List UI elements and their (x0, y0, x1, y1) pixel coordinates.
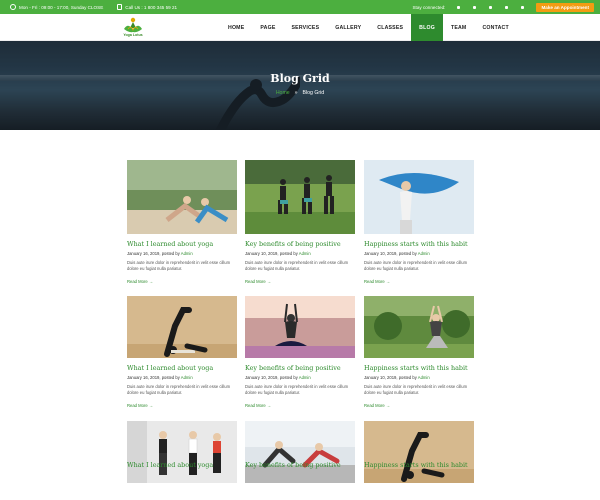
nav-item-classes[interactable]: CLASSES (369, 14, 411, 41)
nav-item-page[interactable]: PAGE (252, 14, 283, 41)
post-image (127, 296, 237, 358)
post-date: January 10, 2019, posted by (364, 375, 418, 380)
nav-item-services[interactable]: SERVICES (284, 14, 328, 41)
post-meta: January 10, 2019, posted by Admin (364, 375, 479, 380)
post-image (245, 296, 355, 358)
post-thumbnail[interactable] (364, 160, 474, 234)
stay-connected-label: Stay connected: (412, 4, 446, 10)
post-image (245, 160, 355, 234)
read-more-link[interactable]: Read More → (127, 403, 153, 408)
post-image (127, 160, 237, 234)
post-image (245, 421, 355, 483)
page-hero (0, 41, 600, 130)
nav-item-team[interactable]: TEAM (443, 14, 475, 41)
post-thumbnail[interactable] (127, 421, 237, 483)
read-more-link[interactable]: Read More → (364, 403, 390, 408)
post-title[interactable]: Key benefits of being positive (245, 461, 360, 469)
read-more-link[interactable]: Read More → (245, 403, 271, 408)
logo-text: Yoga Lotus (123, 33, 143, 37)
nav-item-blog[interactable]: BLOG (411, 14, 443, 41)
post-thumbnail[interactable] (364, 421, 474, 483)
post-title[interactable]: What I learned about yoga (127, 364, 242, 372)
post-title[interactable]: Key benefits of being positive (245, 240, 360, 248)
post-date: January 10, 2019, posted by (364, 251, 418, 256)
instagram-icon[interactable] (488, 5, 493, 10)
post-meta: January 10, 2019, posted by Admin (364, 251, 479, 256)
phone-text[interactable]: Call Us : 1 800 345 59 21 (125, 5, 177, 10)
post-excerpt: Duis aute irure dolor in reprehenderit i… (127, 260, 231, 271)
read-more-link[interactable]: Read More → (127, 279, 153, 284)
post-thumbnail[interactable] (364, 296, 474, 370)
breadcrumb-home[interactable]: Home (276, 90, 290, 96)
breadcrumb-separator: » (294, 90, 298, 96)
hours-text: Mon - Fri : 09:00 - 17:00, Sunday CLOSE (19, 4, 104, 10)
post-author[interactable]: Admin (299, 251, 311, 256)
facebook-icon[interactable] (456, 5, 461, 10)
post-meta: January 16, 2019, posted by Admin (127, 375, 242, 380)
post-thumbnail[interactable] (245, 421, 355, 483)
appointment-button[interactable]: Make an Appointment (536, 2, 594, 12)
post-title[interactable]: Key benefits of being positive (245, 364, 360, 372)
post-image (364, 421, 474, 483)
post-title[interactable]: What I learned about yoga (127, 461, 242, 469)
post-title[interactable]: Happiness starts with this habit (364, 364, 479, 372)
post-thumbnail[interactable] (245, 160, 355, 234)
post-thumbnail[interactable] (127, 160, 237, 234)
post-author[interactable]: Admin (181, 251, 193, 256)
pinterest-icon[interactable] (504, 5, 509, 10)
post-thumbnail[interactable] (245, 296, 355, 370)
google-plus-icon[interactable] (520, 5, 525, 10)
post-title[interactable]: What I learned about yoga (127, 240, 242, 248)
post-excerpt: Duis aute irure dolor in reprehenderit i… (245, 260, 349, 271)
nav-menu: HOME PAGE SERVICES GALLERY CLASSES BLOG … (220, 14, 517, 41)
lotus-logo-icon (124, 17, 142, 33)
logo[interactable]: Yoga Lotus (120, 16, 146, 40)
post-date: January 10, 2019, posted by (245, 375, 299, 380)
read-more-link[interactable]: Read More → (245, 279, 271, 284)
hero-overlay (0, 41, 600, 130)
post-image (127, 421, 237, 483)
post-excerpt: Duis aute irure dolor in reprehenderit i… (364, 260, 468, 271)
post-meta: January 16, 2019, posted by Admin (127, 251, 242, 256)
nav-item-contact[interactable]: CONTACT (474, 14, 516, 41)
breadcrumb-current: Blog Grid (302, 90, 325, 96)
post-author[interactable]: Admin (181, 375, 193, 380)
page-title: Blog Grid (270, 72, 330, 85)
main-nav: Yoga Lotus HOME PAGE SERVICES GALLERY CL… (0, 14, 600, 41)
post-author[interactable]: Admin (299, 375, 311, 380)
twitter-icon[interactable] (472, 5, 477, 10)
post-date: January 10, 2019, posted by (245, 251, 299, 256)
post-image (364, 160, 474, 234)
post-excerpt: Duis aute irure dolor in reprehenderit i… (364, 384, 468, 395)
nav-item-home[interactable]: HOME (220, 14, 252, 41)
hours-info: Mon - Fri : 09:00 - 17:00, Sunday CLOSE (10, 4, 103, 10)
post-meta: January 10, 2019, posted by Admin (245, 375, 360, 380)
read-more-link[interactable]: Read More → (364, 279, 390, 284)
clock-icon (10, 4, 16, 10)
post-thumbnail[interactable] (127, 296, 237, 370)
top-bar: Mon - Fri : 09:00 - 17:00, Sunday CLOSE … (0, 0, 600, 14)
post-date: January 16, 2019, posted by (127, 375, 181, 380)
phone-info[interactable]: Call Us : 1 800 345 59 21 (117, 4, 177, 10)
nav-item-gallery[interactable]: GALLERY (327, 14, 369, 41)
post-author[interactable]: Admin (418, 375, 430, 380)
phone-icon (117, 4, 123, 10)
post-title[interactable]: Happiness starts with this habit (364, 461, 479, 469)
post-title[interactable]: Happiness starts with this habit (364, 240, 479, 248)
post-meta: January 10, 2019, posted by Admin (245, 251, 360, 256)
breadcrumb: Home » Blog Grid (0, 90, 600, 96)
post-excerpt: Duis aute irure dolor in reprehenderit i… (127, 384, 231, 395)
post-author[interactable]: Admin (418, 251, 430, 256)
post-excerpt: Duis aute irure dolor in reprehenderit i… (245, 384, 349, 395)
post-image (364, 296, 474, 358)
post-date: January 16, 2019, posted by (127, 251, 181, 256)
